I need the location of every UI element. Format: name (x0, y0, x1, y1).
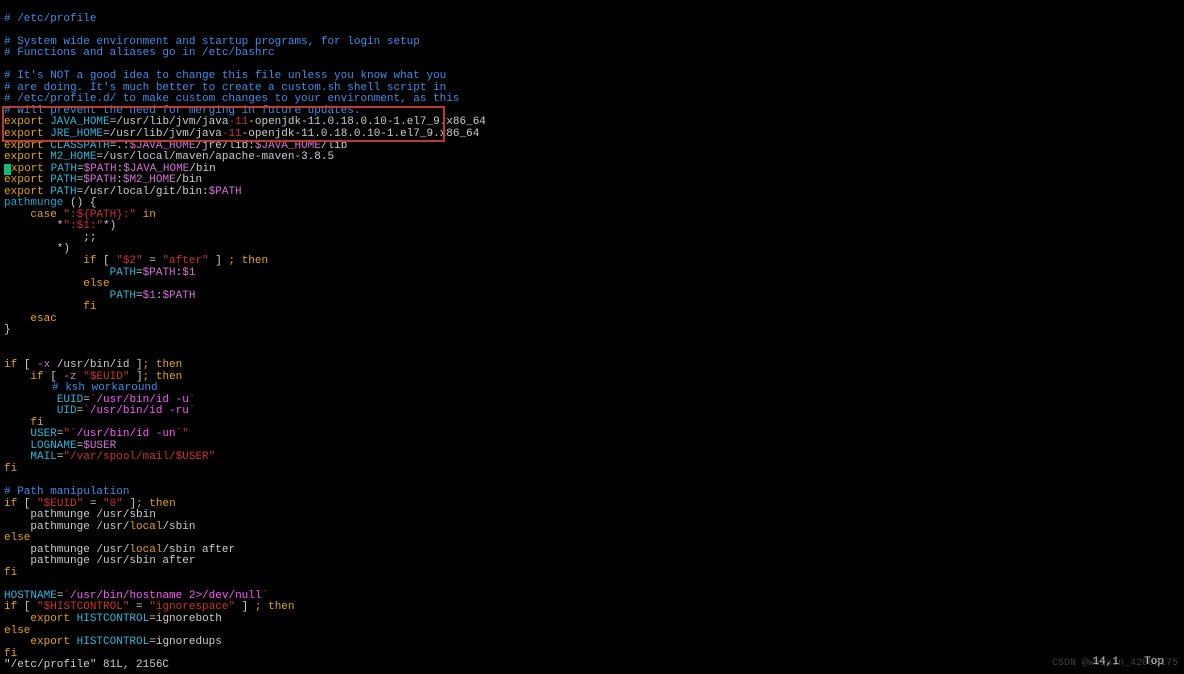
terminal-editor[interactable]: # /etc/profile # System wide environment… (0, 0, 1184, 674)
kw-export: export (4, 116, 44, 128)
status-file: "/etc/profile" 81L, 2156C (4, 659, 169, 671)
kw-export: export (4, 128, 44, 140)
var: CLASSPATH (44, 140, 110, 152)
watermark: CSDN @weixin_42000175 (1052, 659, 1178, 670)
var: PATH (44, 174, 77, 186)
comment: # /etc/profile (4, 13, 96, 25)
kw-export: export (4, 174, 44, 186)
kw-export: export (4, 186, 44, 198)
comment: # System wide environment and startup pr… (4, 36, 420, 48)
var: PATH (44, 186, 77, 198)
func-name: pathmunge (4, 197, 63, 209)
var: JAVA_HOME (44, 116, 110, 128)
comment: # Functions and aliases go in /etc/bashr… (4, 47, 275, 59)
comment: # Path manipulation (4, 486, 129, 498)
comment: # are doing. It's much better to create … (4, 82, 446, 94)
var: PATH (44, 163, 77, 175)
kw-export: export (4, 151, 44, 163)
kw-export: xport (11, 163, 44, 175)
comment: # ksh workaround (4, 382, 158, 394)
comment: # It's NOT a good idea to change this fi… (4, 70, 446, 82)
kw-export: export (4, 140, 44, 152)
var: JRE_HOME (44, 128, 103, 140)
comment: # /etc/profile.d/ to make custom changes… (4, 93, 459, 105)
comment: # will prevent the need for merging in f… (4, 105, 360, 117)
var: M2_HOME (44, 151, 97, 163)
